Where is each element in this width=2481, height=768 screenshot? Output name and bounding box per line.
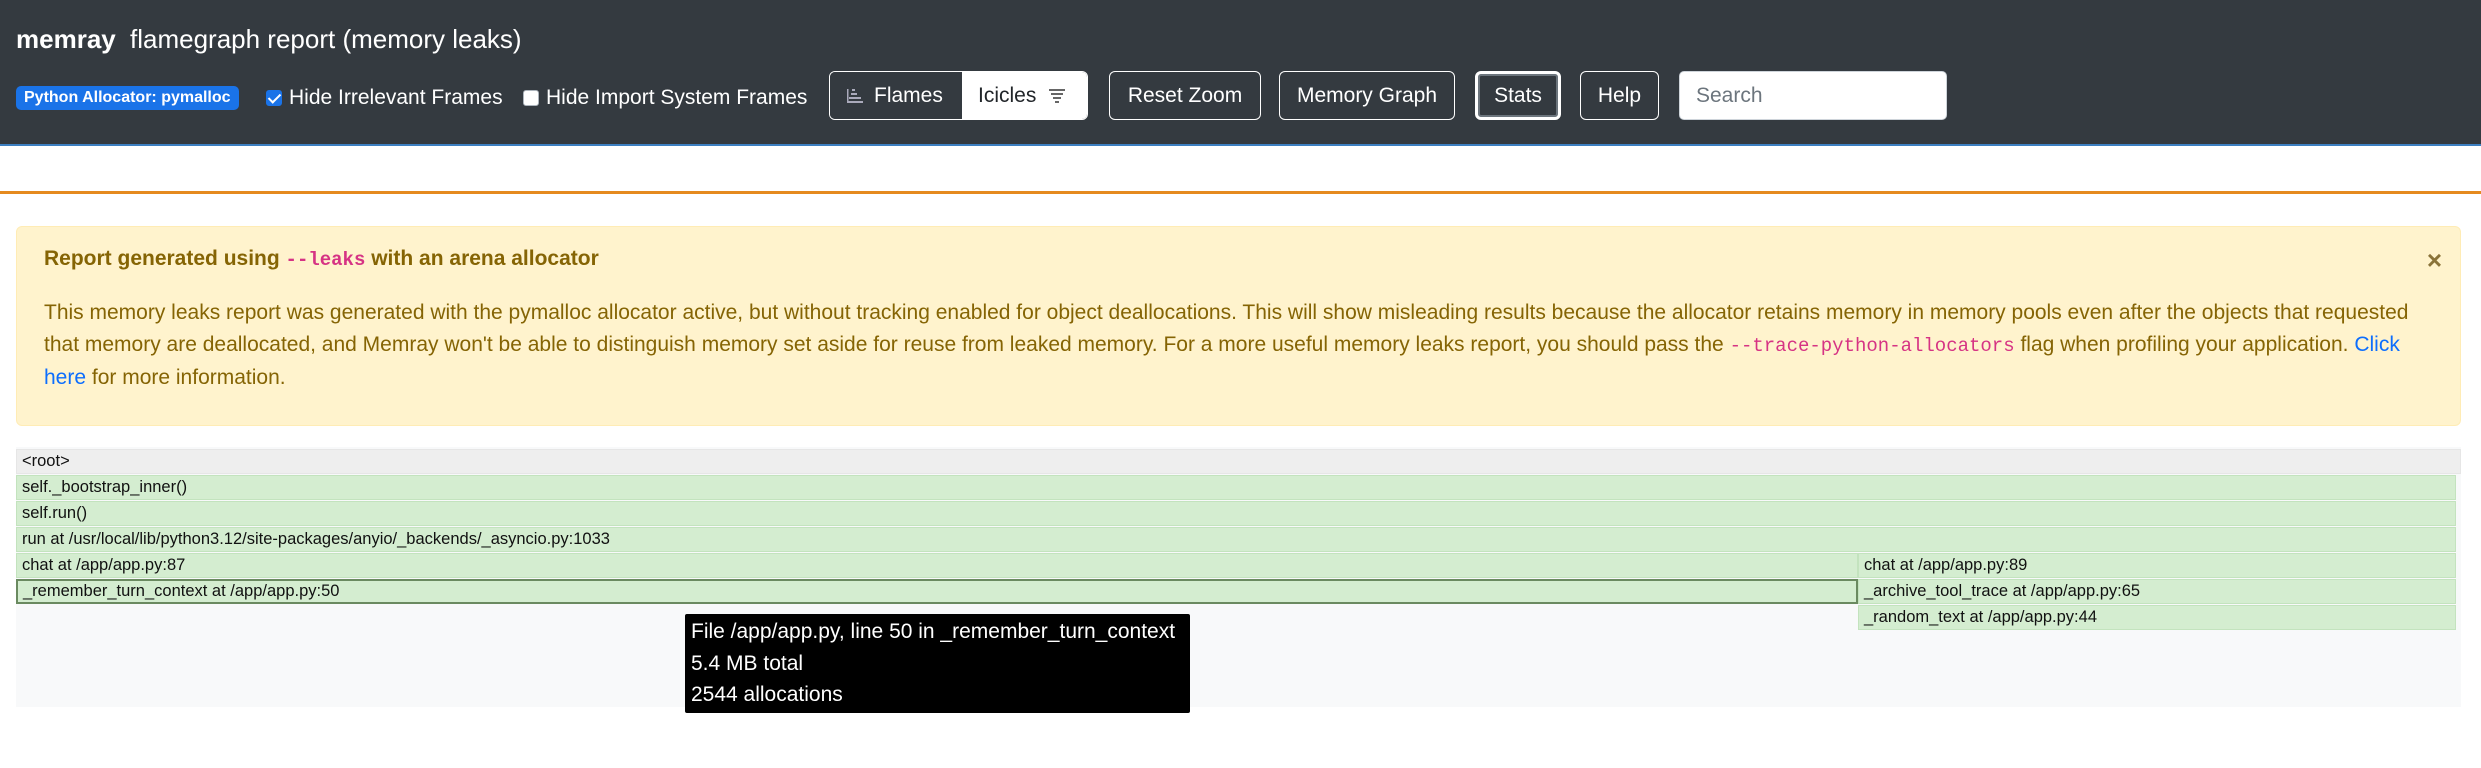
hide-irrelevant-frames-checkbox[interactable] [266,90,282,106]
alert-title: Report generated using --leaks with an a… [44,247,599,271]
stats-button[interactable]: Stats [1475,71,1561,120]
alert-title-code: --leaks [285,249,366,271]
frame-random-text[interactable]: _random_text at /app/app.py:44 [1858,605,2456,630]
hide-irrelevant-frames-label: Hide Irrelevant Frames [289,86,503,109]
tooltip-allocations: 2544 allocations [691,683,843,706]
flames-button[interactable]: Flames [830,72,962,119]
hide-irrelevant-frames-toggle[interactable]: Hide Irrelevant Frames [266,84,503,112]
icicles-icon [1049,88,1066,103]
help-button[interactable]: Help [1580,71,1659,120]
reset-zoom-button[interactable]: Reset Zoom [1109,71,1261,120]
alert-body-text-3: for more information. [91,366,286,389]
icicles-button[interactable]: Icicles [962,72,1087,119]
tooltip-location: File /app/app.py, line 50 in _remember_t… [691,620,1176,643]
top-navbar: memray flamegraph report (memory leaks) … [0,0,2481,145]
hide-import-frames-label: Hide Import System Frames [546,86,808,109]
header-divider-blue [0,144,2481,146]
frame-bootstrap-inner[interactable]: self._bootstrap_inner() [16,475,2456,500]
alert-body: This memory leaks report was generated w… [44,297,2444,394]
icicles-label: Icicles [978,83,1037,107]
app-brand: memray [16,24,116,54]
flames-icon [847,88,863,103]
hide-import-frames-toggle[interactable]: Hide Import System Frames [523,84,807,112]
leaks-warning-alert: Report generated using --leaks with an a… [16,226,2461,426]
flames-label: Flames [874,83,943,107]
frame-anyio-run[interactable]: run at /usr/local/lib/python3.12/site-pa… [16,527,2456,552]
header-divider-orange [0,191,2481,194]
close-icon[interactable]: × [2427,245,2442,276]
frame-chat-87[interactable]: chat at /app/app.py:87 [16,553,1858,578]
frame-root[interactable]: <root> [16,449,2461,474]
hide-import-frames-checkbox[interactable] [523,90,539,106]
frame-self-run[interactable]: self.run() [16,501,2456,526]
alert-body-code: --trace-python-allocators [1729,334,2015,357]
search-input[interactable]: Search [1679,71,1947,120]
frame-tooltip: File /app/app.py, line 50 in _remember_t… [685,614,1190,713]
frame-archive-tool-trace[interactable]: _archive_tool_trace at /app/app.py:65 [1858,579,2456,604]
alert-title-suffix: with an arena allocator [371,247,599,270]
frame-remember-turn-context[interactable]: _remember_turn_context at /app/app.py:50 [16,579,1858,604]
view-mode-toggle: Flames Icicles [829,71,1088,120]
tooltip-total: 5.4 MB total [691,651,804,675]
frame-chat-89[interactable]: chat at /app/app.py:89 [1858,553,2456,578]
alert-title-prefix: Report generated using [44,247,280,270]
allocator-badge: Python Allocator: pymalloc [16,86,239,110]
memory-graph-button[interactable]: Memory Graph [1279,71,1455,120]
page-title: flamegraph report (memory leaks) [130,24,522,54]
alert-body-text-2: flag when profiling your application. [2020,332,2349,356]
